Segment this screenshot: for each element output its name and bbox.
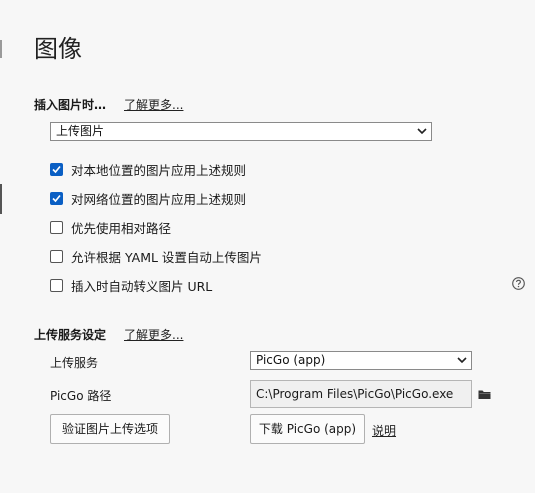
checkbox-yaml-upload[interactable] xyxy=(50,249,63,263)
insert-section-heading: 插入图片时… xyxy=(34,98,107,112)
option-yaml-upload-label: 允许根据 YAML 设置自动上传图片 xyxy=(71,249,262,265)
download-picgo-button[interactable]: 下载 PicGo (app) xyxy=(250,414,365,444)
upload-section-heading: 上传服务设定 xyxy=(34,328,107,342)
upload-learn-more-link[interactable]: 了解更多... xyxy=(124,326,183,343)
option-apply-network[interactable]: 对网络位置的图片应用上述规则 xyxy=(50,190,247,207)
picgo-path-field[interactable]: C:\Program Files\PicGo\PicGo.exe xyxy=(250,380,472,408)
option-apply-network-label: 对网络位置的图片应用上述规则 xyxy=(71,191,247,207)
checkbox-apply-local[interactable] xyxy=(50,162,63,176)
upload-service-label: 上传服务 xyxy=(50,356,99,370)
option-escape-url-label: 插入时自动转义图片 URL xyxy=(71,278,213,294)
checkbox-apply-network[interactable] xyxy=(50,191,63,205)
insert-learn-more-link[interactable]: 了解更多... xyxy=(124,96,183,113)
upload-service-select[interactable]: PicGo (app) xyxy=(250,351,472,370)
help-circle-icon[interactable] xyxy=(512,277,525,290)
left-edge-marker-top xyxy=(0,40,2,58)
chevron-down-icon xyxy=(457,357,467,364)
option-apply-local[interactable]: 对本地位置的图片应用上述规则 xyxy=(50,161,247,178)
option-apply-local-label: 对本地位置的图片应用上述规则 xyxy=(71,162,247,178)
page-title: 图像 xyxy=(34,35,82,63)
insert-action-value: 上传图片 xyxy=(56,124,105,138)
option-relative-path-label: 优先使用相对路径 xyxy=(71,220,172,236)
picgo-path-label: PicGo 路径 xyxy=(50,389,112,403)
explain-link[interactable]: 说明 xyxy=(372,422,396,439)
option-escape-url[interactable]: 插入时自动转义图片 URL xyxy=(50,277,213,294)
insert-action-select[interactable]: 上传图片 xyxy=(50,122,432,141)
checkbox-relative-path[interactable] xyxy=(50,220,63,234)
option-relative-path[interactable]: 优先使用相对路径 xyxy=(50,219,172,236)
folder-icon[interactable] xyxy=(478,389,491,400)
upload-service-value: PicGo (app) xyxy=(256,353,326,367)
chevron-down-icon xyxy=(417,128,427,135)
left-edge-marker-active xyxy=(0,184,2,214)
verify-upload-button[interactable]: 验证图片上传选项 xyxy=(50,414,170,444)
option-yaml-upload[interactable]: 允许根据 YAML 设置自动上传图片 xyxy=(50,248,262,265)
checkbox-escape-url[interactable] xyxy=(50,278,63,292)
